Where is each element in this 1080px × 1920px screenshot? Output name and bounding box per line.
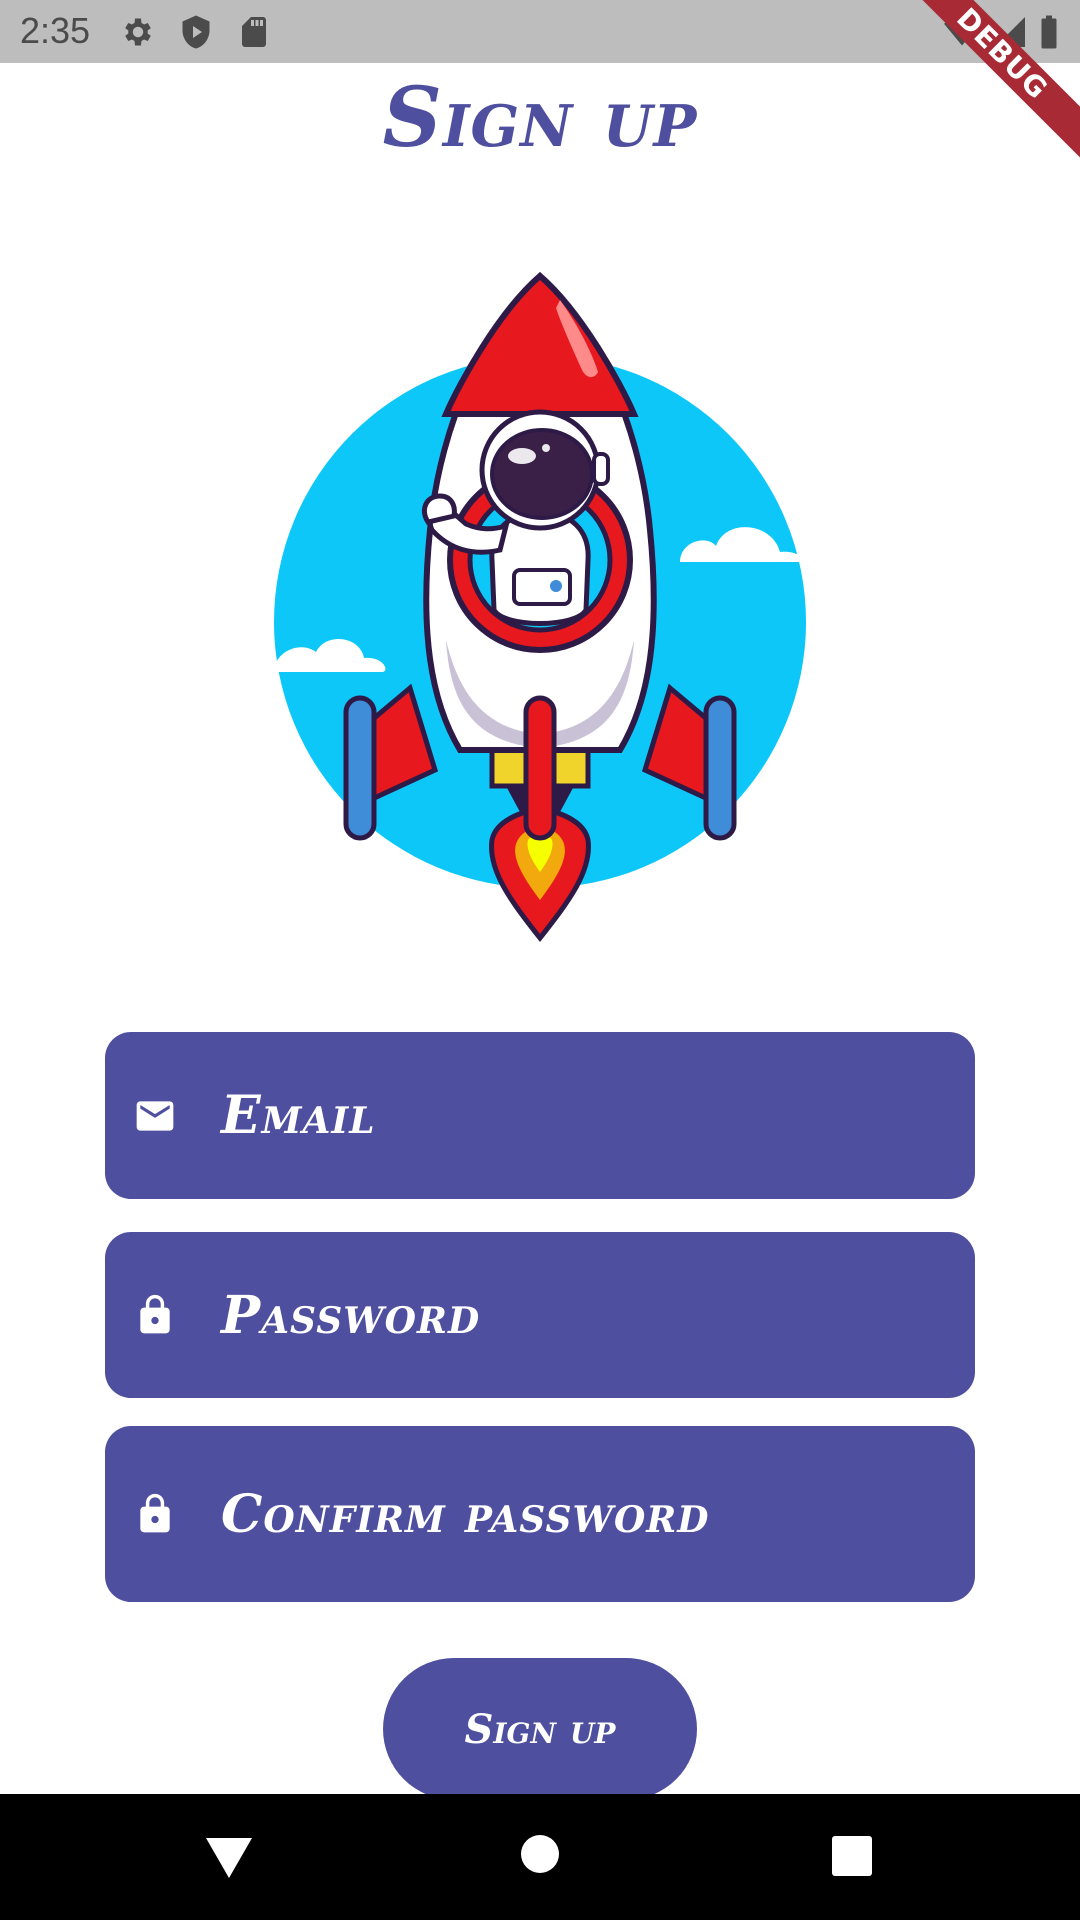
page-title: Sign up bbox=[382, 70, 698, 166]
sd-card-icon bbox=[236, 14, 272, 54]
recents-square-icon[interactable] bbox=[832, 1836, 872, 1880]
email-placeholder: Email bbox=[221, 1085, 376, 1146]
lock-icon bbox=[133, 1492, 177, 1536]
lock-icon bbox=[133, 1293, 177, 1337]
password-field[interactable]: Password bbox=[105, 1232, 975, 1398]
back-triangle-icon[interactable] bbox=[204, 1836, 254, 1884]
email-field[interactable]: Email bbox=[105, 1032, 975, 1199]
password-placeholder: Password bbox=[221, 1284, 481, 1346]
battery-icon bbox=[1038, 14, 1060, 54]
shield-play-icon bbox=[178, 14, 214, 54]
home-circle-icon[interactable] bbox=[520, 1834, 560, 1878]
rocket-astronaut-illustration bbox=[260, 260, 820, 950]
confirm-password-field[interactable]: Confirm password bbox=[105, 1426, 975, 1602]
navigation-bar bbox=[0, 1794, 1080, 1920]
confirm-password-placeholder: Confirm password bbox=[221, 1483, 710, 1545]
mail-icon bbox=[133, 1094, 177, 1138]
signup-button[interactable]: Sign up bbox=[383, 1658, 697, 1800]
settings-gear-icon bbox=[120, 14, 156, 54]
status-bar: 2:35 bbox=[0, 0, 1080, 63]
status-time: 2:35 bbox=[20, 10, 91, 51]
